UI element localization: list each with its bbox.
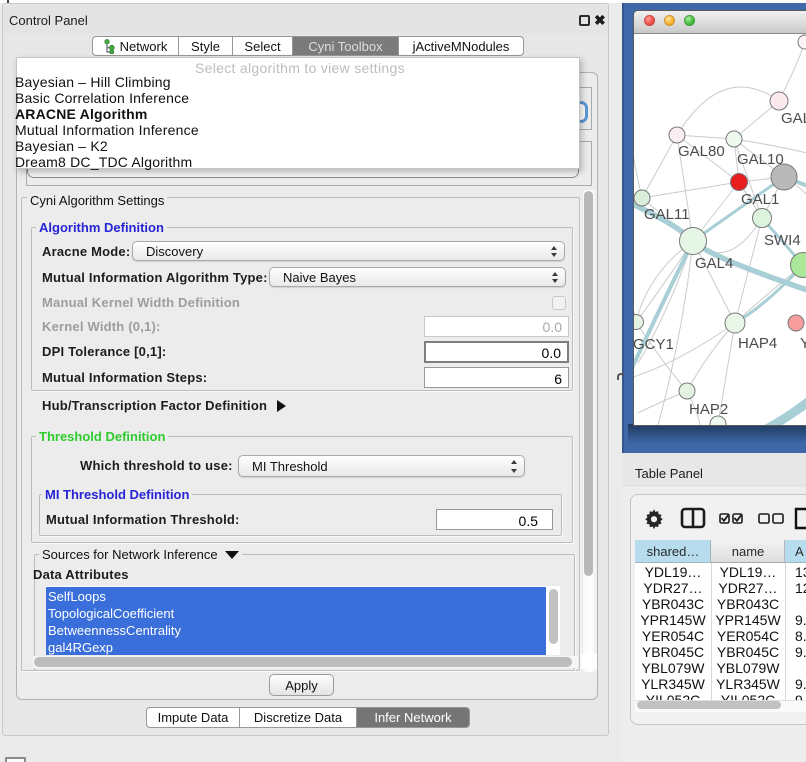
svg-text:GCY1: GCY1 [634,336,674,353]
svg-text:YJ: YJ [800,335,806,352]
svg-text:HAP2: HAP2 [689,401,728,418]
svg-text:GAL10: GAL10 [737,151,784,168]
svg-text:SWI4: SWI4 [764,232,801,249]
svg-text:GAL4: GAL4 [695,255,733,272]
svg-text:GAL2: GAL2 [781,110,806,127]
svg-text:GAL1: GAL1 [741,191,779,208]
svg-text:GAL80: GAL80 [678,143,725,160]
svg-text:GAL11: GAL11 [644,206,690,223]
svg-text:HAP4: HAP4 [738,335,777,352]
